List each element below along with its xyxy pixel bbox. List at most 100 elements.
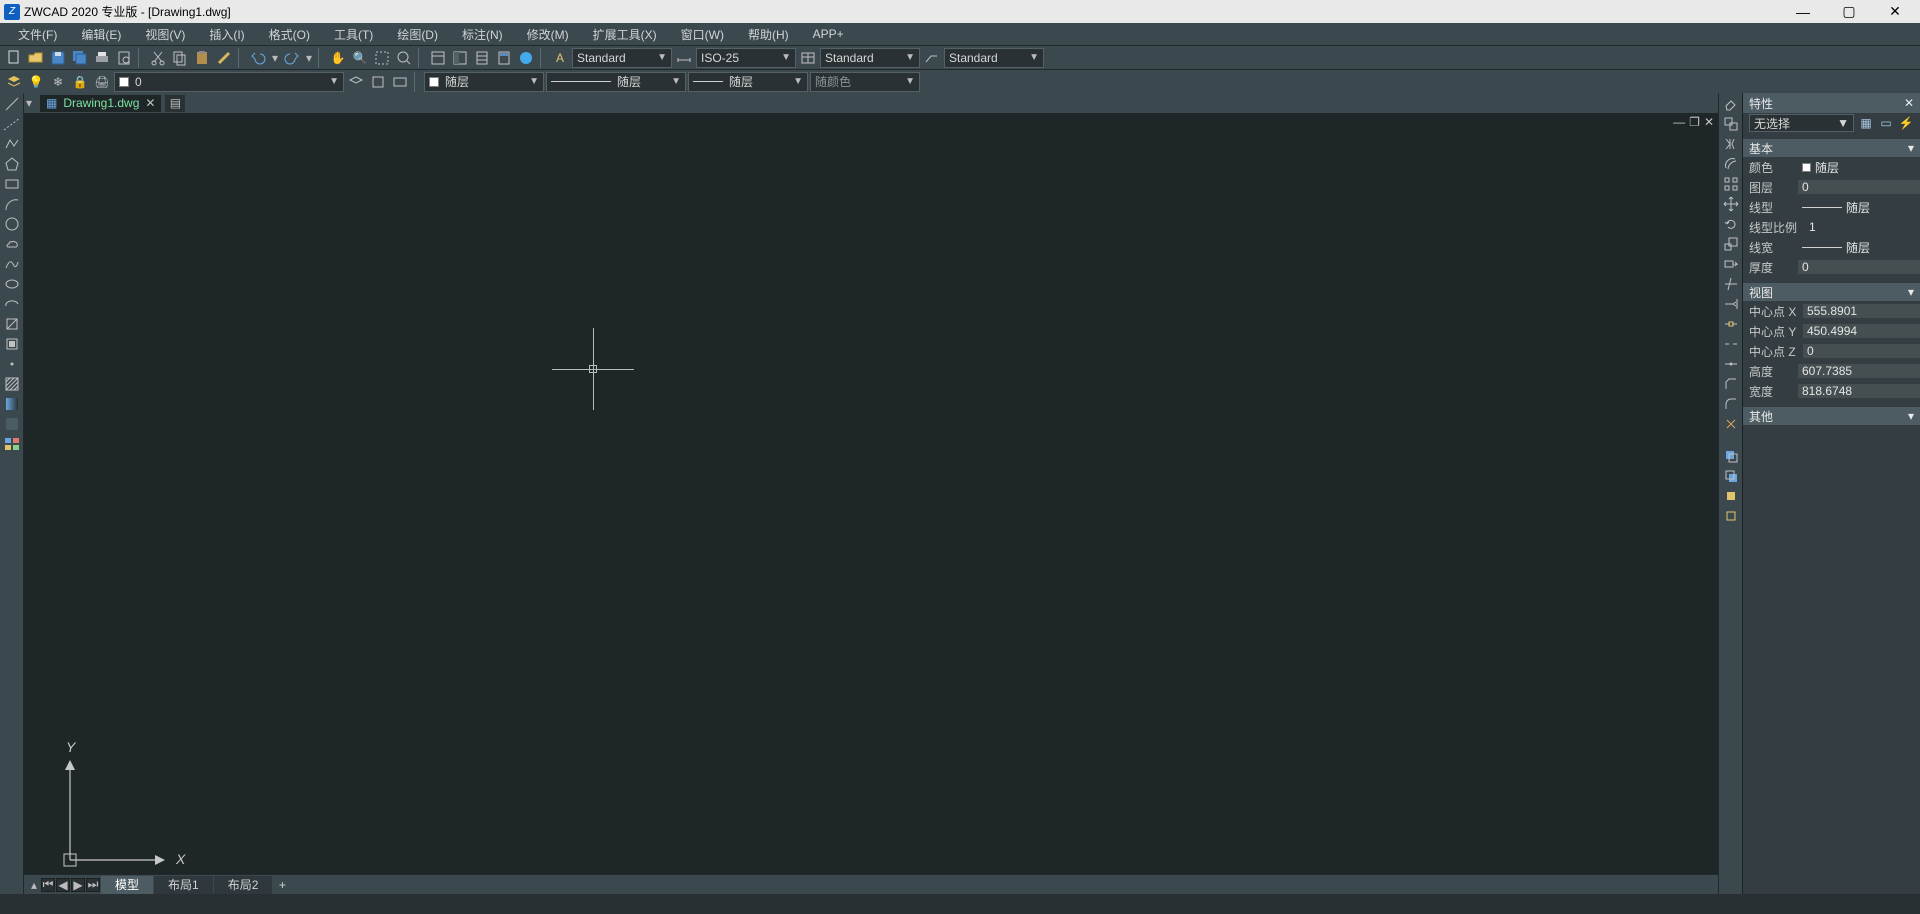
- toggle-pickadd-icon[interactable]: ▦: [1858, 115, 1874, 131]
- smartmouse-icon[interactable]: [516, 48, 536, 68]
- save-copies-icon[interactable]: [70, 48, 90, 68]
- mleader-style-icon[interactable]: [922, 48, 942, 68]
- mleader-style-combo[interactable]: Standard▼: [944, 48, 1044, 68]
- select-objects-icon[interactable]: ▭: [1878, 115, 1894, 131]
- menu-ext-tools[interactable]: 扩展工具(X): [581, 23, 669, 45]
- table-icon[interactable]: [2, 435, 22, 453]
- prop-layer-value[interactable]: 0: [1798, 180, 1920, 194]
- redo-icon[interactable]: [282, 48, 302, 68]
- match-icon[interactable]: [214, 48, 234, 68]
- extend-icon[interactable]: [1721, 295, 1741, 313]
- calculator-icon[interactable]: [494, 48, 514, 68]
- draworder-front-icon[interactable]: [1721, 447, 1741, 465]
- layer-on-icon[interactable]: 💡: [26, 72, 46, 92]
- fillet-icon[interactable]: [1721, 395, 1741, 413]
- mdi-close-icon[interactable]: ✕: [1704, 115, 1714, 129]
- spline-icon[interactable]: [2, 255, 22, 273]
- mdi-minimize-icon[interactable]: —: [1673, 115, 1685, 129]
- quick-select-icon[interactable]: ⚡: [1898, 115, 1914, 131]
- explode-icon[interactable]: [1721, 415, 1741, 433]
- zoom-prev-icon[interactable]: [394, 48, 414, 68]
- properties-icon[interactable]: [428, 48, 448, 68]
- section-view[interactable]: 视图▾: [1743, 283, 1920, 301]
- tab-updn-icon[interactable]: ▴: [28, 878, 40, 892]
- trim-icon[interactable]: [1721, 275, 1741, 293]
- stretch-icon[interactable]: [1721, 255, 1741, 273]
- prop-height-value[interactable]: 607.7385: [1798, 364, 1920, 378]
- dim-style-icon[interactable]: [674, 48, 694, 68]
- join-icon[interactable]: [1721, 355, 1741, 373]
- minimize-button[interactable]: —: [1780, 0, 1826, 23]
- copy-obj-icon[interactable]: [1721, 115, 1741, 133]
- prop-ltype-value[interactable]: 随层: [1798, 199, 1920, 216]
- ellipse-arc-icon[interactable]: [2, 295, 22, 313]
- print-preview-icon[interactable]: [114, 48, 134, 68]
- menu-window[interactable]: 窗口(W): [669, 23, 736, 45]
- point-icon[interactable]: [2, 355, 22, 373]
- line-icon[interactable]: [2, 95, 22, 113]
- layer-states-icon[interactable]: [368, 72, 388, 92]
- color-combo[interactable]: 随层▼: [424, 72, 544, 92]
- break-point-icon[interactable]: [1721, 315, 1741, 333]
- menu-insert[interactable]: 插入(I): [197, 23, 256, 45]
- tab-model[interactable]: 模型: [101, 876, 153, 894]
- menu-dimension[interactable]: 标注(N): [450, 23, 515, 45]
- linetype-combo[interactable]: 随层▼: [546, 72, 686, 92]
- prop-lw-value[interactable]: 随层: [1798, 239, 1920, 256]
- gradient-icon[interactable]: [2, 395, 22, 413]
- array-icon[interactable]: [1721, 175, 1741, 193]
- tab-last-icon[interactable]: ⏭: [86, 878, 100, 892]
- layer-iso-icon[interactable]: [390, 72, 410, 92]
- maximize-button[interactable]: ▢: [1826, 0, 1872, 23]
- prop-cz-value[interactable]: 0: [1803, 344, 1920, 358]
- add-layout-tab[interactable]: +: [273, 876, 291, 894]
- draworder-under-icon[interactable]: [1721, 507, 1741, 525]
- break-icon[interactable]: [1721, 335, 1741, 353]
- layer-freeze-icon[interactable]: ❄: [48, 72, 68, 92]
- doc-tab-active[interactable]: ▦ Drawing1.dwg ✕: [40, 95, 161, 112]
- mdi-restore-icon[interactable]: ❐: [1689, 115, 1700, 129]
- move-icon[interactable]: [1721, 195, 1741, 213]
- close-button[interactable]: ✕: [1872, 0, 1918, 23]
- prop-lscale-value[interactable]: 1: [1805, 220, 1920, 234]
- prop-width-value[interactable]: 818.6748: [1798, 384, 1920, 398]
- section-basic[interactable]: 基本▾: [1743, 139, 1920, 157]
- draworder-above-icon[interactable]: [1721, 487, 1741, 505]
- plotstyle-combo[interactable]: 随颜色▼: [810, 72, 920, 92]
- design-center-icon[interactable]: [450, 48, 470, 68]
- close-tab-icon[interactable]: ✕: [145, 96, 155, 110]
- tab-first-icon[interactable]: ⏮: [41, 878, 55, 892]
- tab-menu-icon[interactable]: ▾: [26, 96, 36, 110]
- polygon-icon[interactable]: [2, 155, 22, 173]
- menu-modify[interactable]: 修改(M): [515, 23, 581, 45]
- pan-icon[interactable]: ✋: [328, 48, 348, 68]
- new-doc-tab[interactable]: ▤: [165, 95, 185, 112]
- print-icon[interactable]: [92, 48, 112, 68]
- menu-draw[interactable]: 绘图(D): [385, 23, 450, 45]
- mirror-icon[interactable]: [1721, 135, 1741, 153]
- table-style-combo[interactable]: Standard▼: [820, 48, 920, 68]
- construction-line-icon[interactable]: [2, 115, 22, 133]
- tab-prev-icon[interactable]: ◀: [56, 878, 70, 892]
- menu-format[interactable]: 格式(O): [257, 23, 322, 45]
- save-icon[interactable]: [48, 48, 68, 68]
- hatch-icon[interactable]: [2, 375, 22, 393]
- layer-combo[interactable]: 0 ▼: [114, 72, 344, 92]
- prop-cx-value[interactable]: 555.8901: [1803, 304, 1920, 318]
- close-properties-icon[interactable]: ✕: [1904, 96, 1914, 110]
- menu-view[interactable]: 视图(V): [133, 23, 197, 45]
- arc-icon[interactable]: [2, 195, 22, 213]
- circle-icon[interactable]: [2, 215, 22, 233]
- rotate-icon[interactable]: [1721, 215, 1741, 233]
- text-style-icon[interactable]: A: [550, 48, 570, 68]
- layer-plot-icon[interactable]: 🖨: [92, 72, 112, 92]
- zoom-window-icon[interactable]: [372, 48, 392, 68]
- open-icon[interactable]: [26, 48, 46, 68]
- erase-icon[interactable]: [1721, 95, 1741, 113]
- section-other[interactable]: 其他▾: [1743, 407, 1920, 425]
- rectangle-icon[interactable]: [2, 175, 22, 193]
- cut-icon[interactable]: [148, 48, 168, 68]
- table-style-icon[interactable]: [798, 48, 818, 68]
- command-area[interactable]: [0, 894, 1920, 914]
- chamfer-icon[interactable]: [1721, 375, 1741, 393]
